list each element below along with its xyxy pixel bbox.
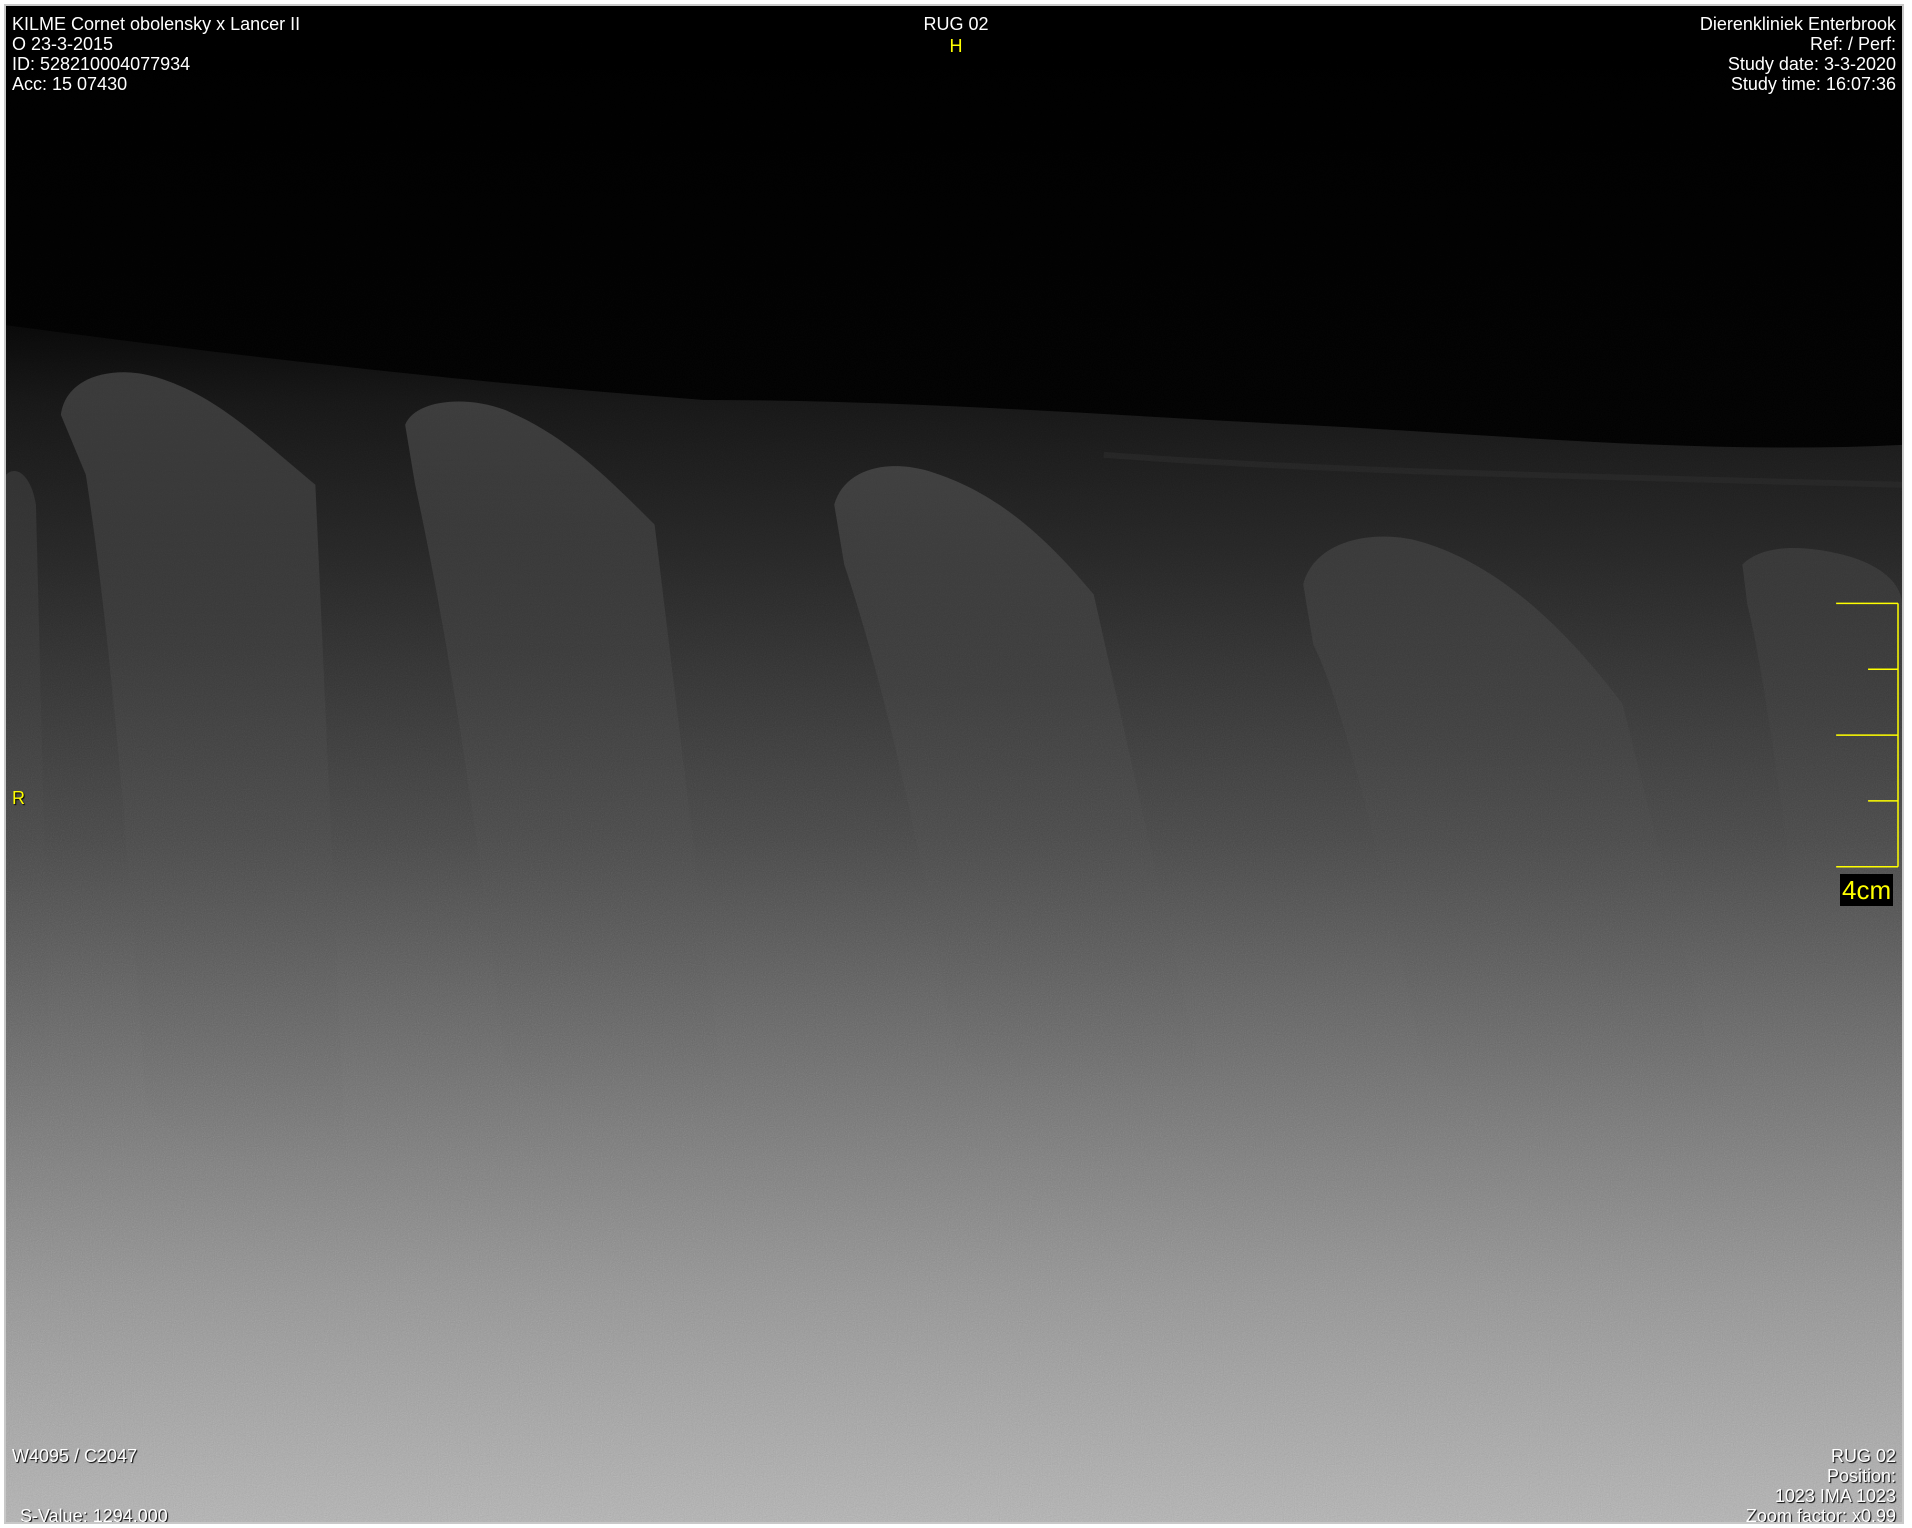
orientation-marker-top: H (949, 36, 963, 56)
study-date: Study date: 3-3-2020 (1727, 54, 1896, 74)
patient-id: ID: 528210004077934 (12, 54, 191, 74)
ref-perf: Ref: / Perf: (1809, 34, 1896, 54)
xray-image[interactable] (6, 6, 1902, 1522)
scale-label: 4cm (1840, 874, 1894, 906)
series-title: RUG 02 (923, 14, 989, 34)
image-series: RUG 02 (1830, 1446, 1896, 1466)
image-info: RUG 02 Position: 1023 IMA 1023 Zoom fact… (1745, 1446, 1896, 1524)
accession-number: Acc: 15 07430 (12, 74, 128, 94)
institution-name: Dierenkliniek Enterbrook (1699, 14, 1896, 34)
image-viewport[interactable]: KILME Cornet obolensky x Lancer II O 23-… (4, 4, 1904, 1524)
window-level: W4095 / C2047 (12, 1446, 138, 1466)
institution-info: Dierenkliniek Enterbrook Ref: / Perf: St… (1700, 14, 1896, 94)
image-position: Position: (1826, 1466, 1896, 1486)
image-index: 1023 IMA 1023 (1774, 1486, 1896, 1506)
zoom-factor: Zoom factor: x0.99 (1745, 1506, 1896, 1524)
s-value: S-Value: 1294.000 (20, 1506, 168, 1524)
study-time: Study time: 16:07:36 (1730, 74, 1896, 94)
orientation-marker-left: R (12, 788, 25, 808)
